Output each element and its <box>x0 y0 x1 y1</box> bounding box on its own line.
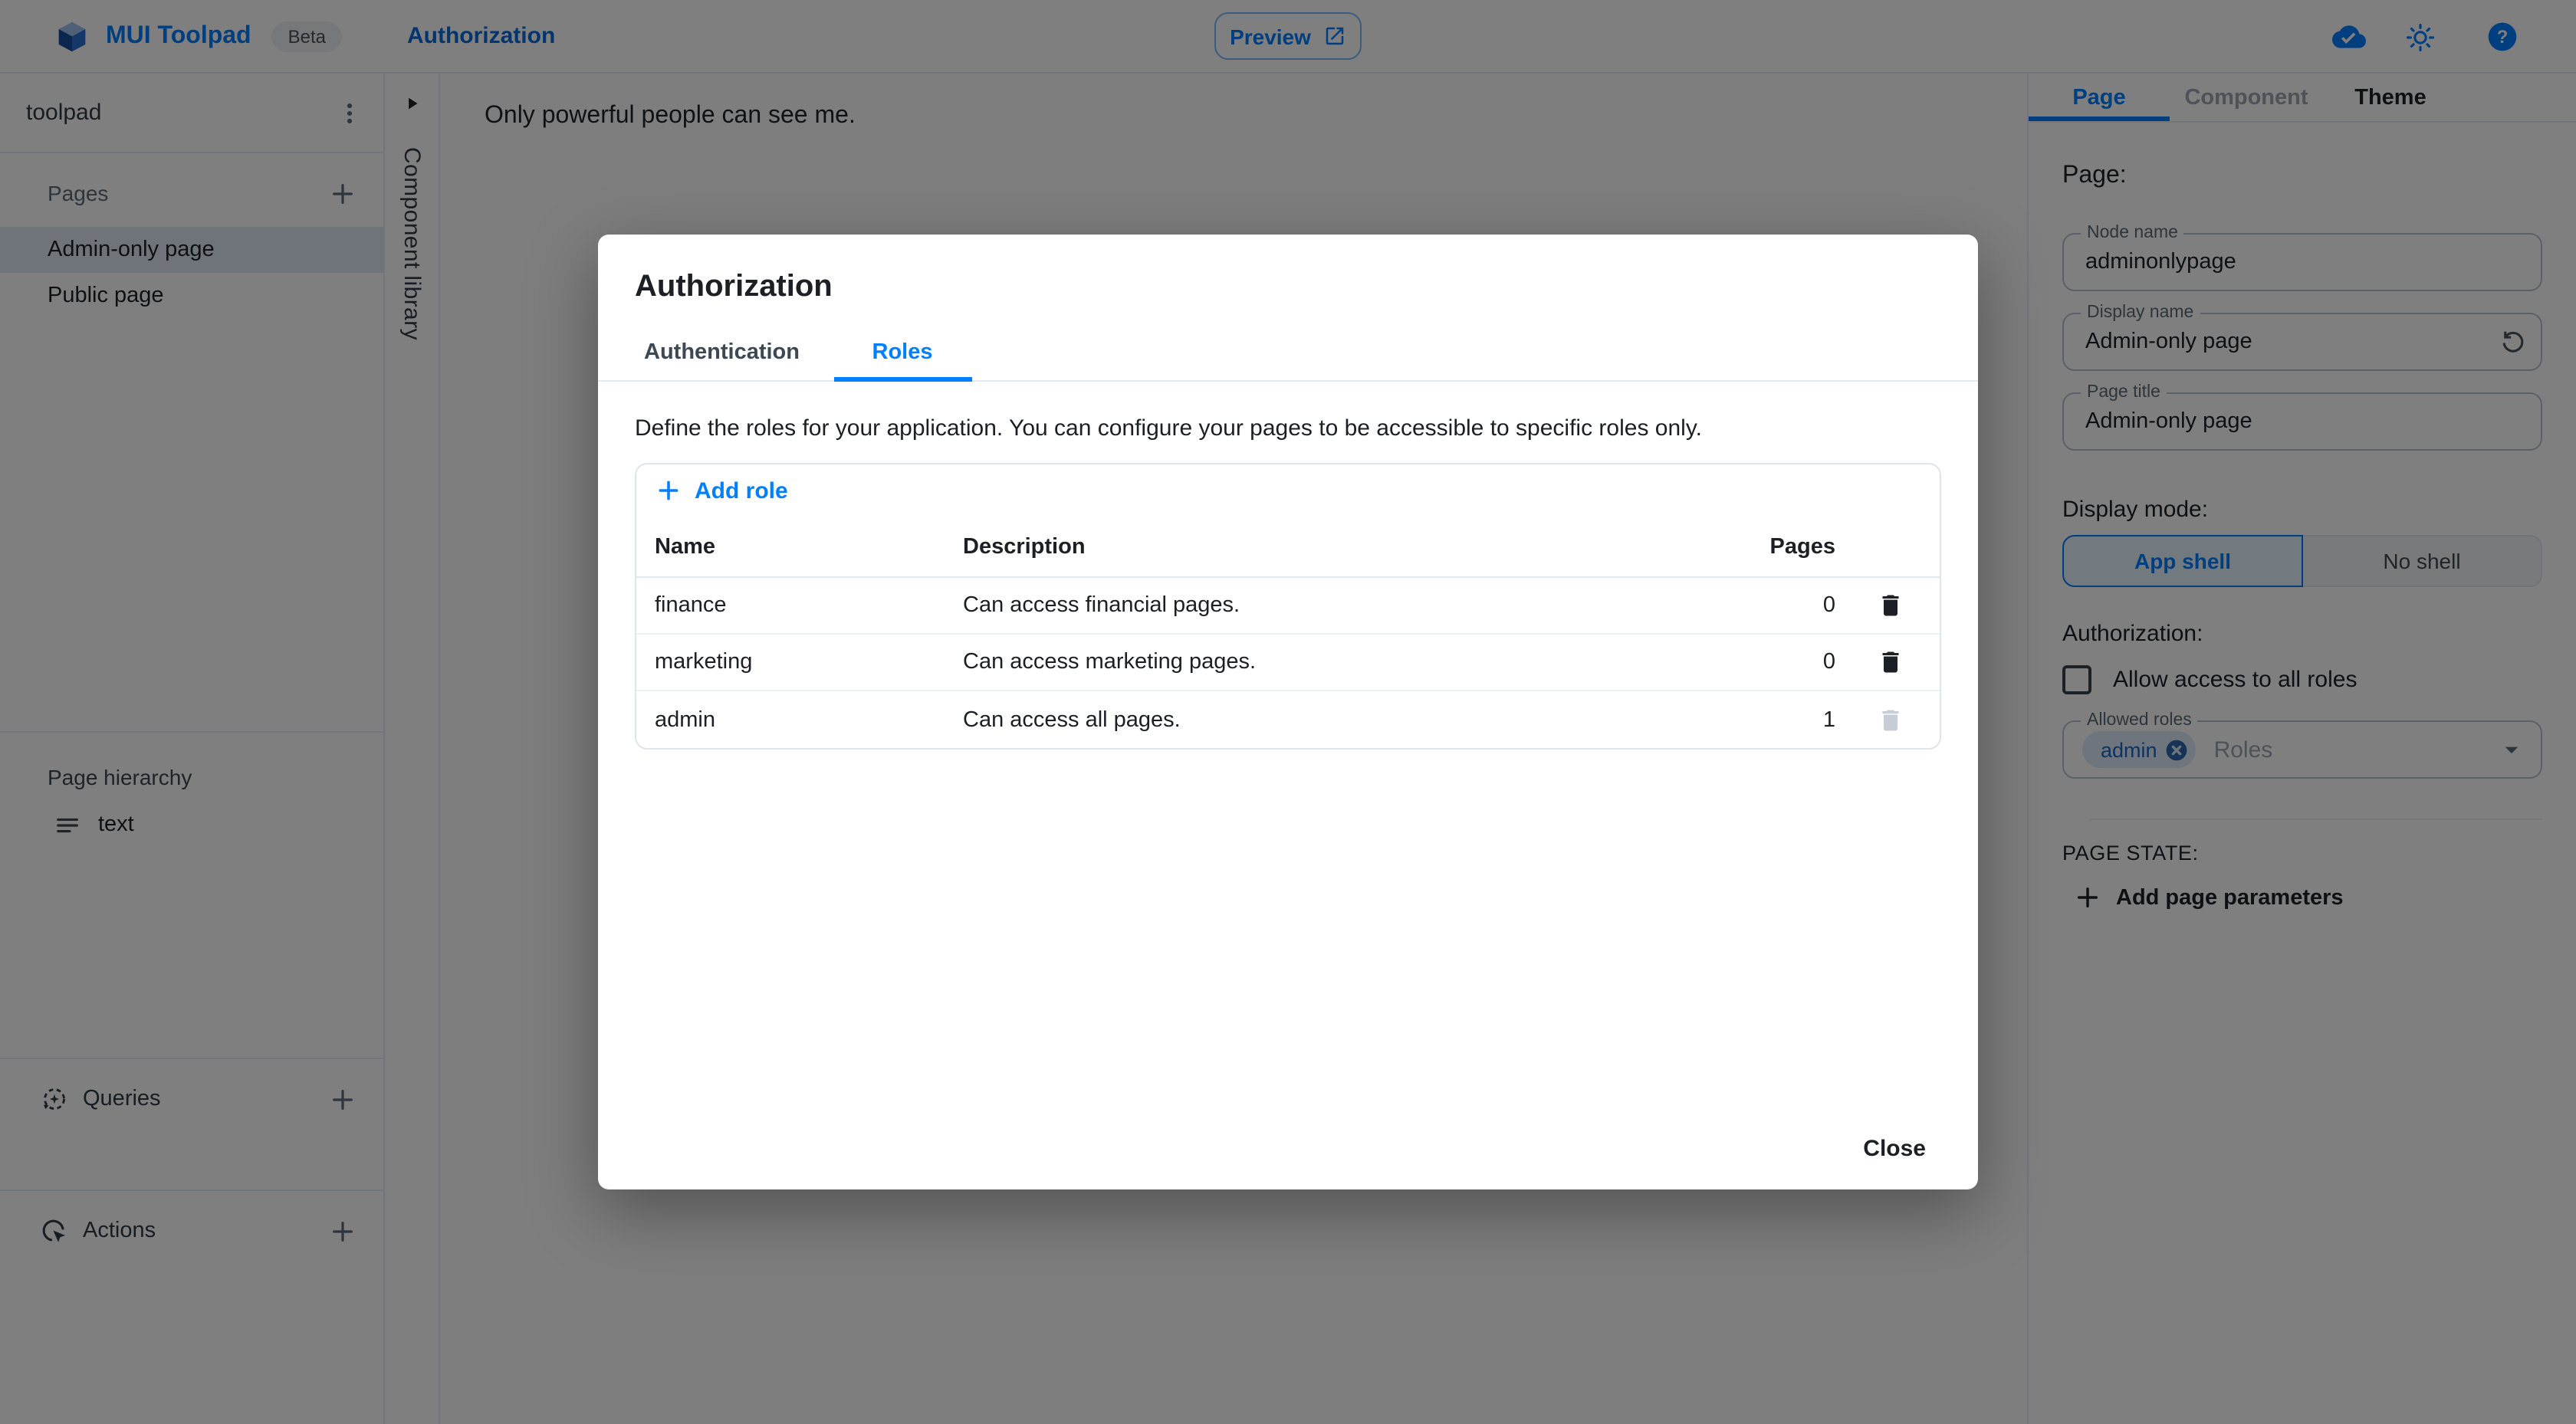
role-name: marketing <box>655 650 753 674</box>
add-role-button[interactable]: Add role <box>656 477 788 504</box>
role-description: Can access marketing pages. <box>963 650 1257 674</box>
role-pages-count: 1 <box>1822 707 1835 732</box>
roles-table-toolbar: Add role <box>636 464 1940 517</box>
role-description: Can access all pages. <box>963 707 1181 732</box>
roles-description: Define the roles for your application. Y… <box>635 415 1702 441</box>
tab-authentication[interactable]: Authentication <box>610 325 833 380</box>
trash-icon <box>1882 651 1899 673</box>
roles-table-header: Name Description Pages <box>636 517 1940 578</box>
trash-icon <box>1882 709 1899 730</box>
role-pages-count: 0 <box>1822 650 1835 674</box>
plus-icon <box>659 481 678 500</box>
table-row: finance Can access financial pages. 0 <box>636 578 1940 635</box>
delete-role-button-disabled <box>1868 697 1914 743</box>
role-name: admin <box>655 707 715 732</box>
close-button[interactable]: Close <box>1848 1127 1941 1171</box>
add-role-label: Add role <box>695 477 788 504</box>
role-description: Can access financial pages. <box>963 593 1240 618</box>
table-row: marketing Can access marketing pages. 0 <box>636 635 1940 691</box>
dialog-title: Authorization <box>635 270 833 304</box>
tab-roles[interactable]: Roles <box>833 325 971 382</box>
delete-role-button[interactable] <box>1868 582 1914 628</box>
role-pages-count: 0 <box>1822 593 1835 618</box>
delete-role-button[interactable] <box>1868 639 1914 685</box>
column-header-name: Name <box>655 534 715 559</box>
dialog-tabs: Authentication Roles <box>598 325 1978 382</box>
column-header-pages: Pages <box>1769 534 1835 559</box>
table-row: admin Can access all pages. 1 <box>636 691 1940 748</box>
authorization-dialog: Authorization Authentication Roles Defin… <box>598 235 1978 1189</box>
toolpad-editor: MUI Toolpad Beta Authorization Preview <box>0 0 2576 1424</box>
roles-table: Add role Name Description Pages finance … <box>635 463 1941 750</box>
trash-icon <box>1882 595 1899 616</box>
role-name: finance <box>655 593 727 618</box>
column-header-description: Description <box>963 534 1086 559</box>
